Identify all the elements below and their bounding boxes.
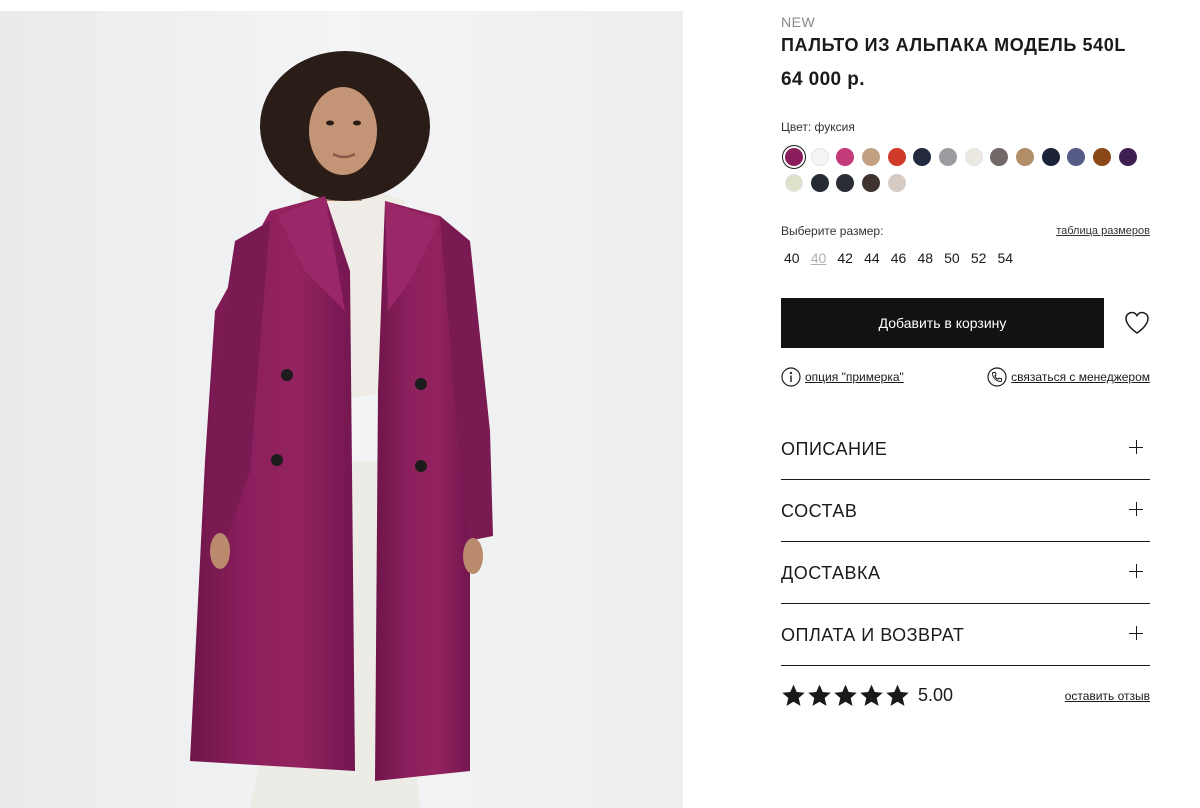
phone-icon <box>987 367 1007 387</box>
size-option[interactable]: 42 <box>837 250 864 266</box>
color-swatch[interactable] <box>884 144 910 170</box>
color-swatch-dot <box>836 174 855 192</box>
accordion-label: ОПИСАНИЕ <box>781 439 888 459</box>
color-swatch[interactable] <box>961 144 987 170</box>
color-swatches <box>781 144 1143 196</box>
color-swatch[interactable] <box>807 144 833 170</box>
size-options: 40 40 42 44 46 48 50 52 54 <box>784 250 1024 266</box>
color-swatch[interactable] <box>884 170 910 196</box>
add-to-cart-button[interactable]: Добавить в корзину <box>781 298 1104 348</box>
info-icon <box>781 367 801 387</box>
color-swatch-dot <box>810 174 829 192</box>
color-swatch[interactable] <box>832 144 858 170</box>
color-swatch-dot <box>784 174 803 192</box>
accordion-delivery[interactable]: ДОСТАВКА <box>781 542 1150 604</box>
color-swatch[interactable] <box>987 144 1013 170</box>
size-option[interactable]: 40 <box>811 250 838 266</box>
size-option[interactable]: 54 <box>998 250 1025 266</box>
star-icon <box>886 684 909 706</box>
color-swatch-dot <box>1016 148 1035 166</box>
plus-icon <box>1129 564 1143 578</box>
color-swatch-dot <box>861 148 880 166</box>
product-photo[interactable] <box>0 11 683 808</box>
star-icon <box>860 684 883 706</box>
color-swatch-dot <box>1067 148 1086 166</box>
color-swatch-dot <box>836 148 855 166</box>
color-swatch-dot <box>784 148 803 166</box>
color-swatch[interactable] <box>1038 144 1064 170</box>
color-swatch[interactable] <box>781 170 807 196</box>
accordion-description[interactable]: ОПИСАНИЕ <box>781 418 1150 480</box>
color-swatch[interactable] <box>858 144 884 170</box>
product-title: ПАЛЬТО ИЗ АЛЬПАКА МОДЕЛЬ 540L <box>781 35 1126 55</box>
accordion-payment-returns[interactable]: ОПЛАТА И ВОЗВРАТ <box>781 604 1150 666</box>
wishlist-heart-icon[interactable] <box>1123 309 1151 337</box>
color-swatch-dot <box>913 148 932 166</box>
accordion-label: СОСТАВ <box>781 501 858 521</box>
color-swatch[interactable] <box>1064 144 1090 170</box>
size-option[interactable]: 52 <box>971 250 998 266</box>
color-swatch-dot <box>938 148 957 166</box>
color-swatch[interactable] <box>858 170 884 196</box>
product-price: 64 000 р. <box>781 69 865 90</box>
color-swatch[interactable] <box>935 144 961 170</box>
color-swatch[interactable] <box>832 170 858 196</box>
color-swatch[interactable] <box>1089 144 1115 170</box>
color-swatch-dot <box>861 174 880 192</box>
color-swatch-dot <box>887 174 906 192</box>
color-swatch[interactable] <box>807 170 833 196</box>
size-option[interactable]: 44 <box>864 250 891 266</box>
color-label: Цвет: фуксия <box>781 120 855 134</box>
rating-score: 5.00 <box>918 685 954 705</box>
accordion-label: ДОСТАВКА <box>781 563 881 583</box>
rating: 5.00 <box>781 683 953 708</box>
model-illustration <box>0 11 683 808</box>
contact-manager-link[interactable]: связаться с менеджером <box>987 367 1150 387</box>
color-swatch[interactable] <box>909 144 935 170</box>
try-on-option-link[interactable]: опция "примерка" <box>781 367 904 387</box>
size-label: Выберите размер: <box>781 224 884 238</box>
accordion-label: ОПЛАТА И ВОЗВРАТ <box>781 625 965 645</box>
color-swatch-dot <box>964 148 983 166</box>
color-swatch-dot <box>1041 148 1060 166</box>
star-icon <box>834 684 857 706</box>
contact-manager-label: связаться с менеджером <box>1011 370 1150 384</box>
try-on-option-label: опция "примерка" <box>805 370 904 384</box>
color-swatch[interactable] <box>1012 144 1038 170</box>
product-info-panel: NEW ПАЛЬТО ИЗ АЛЬПАКА МОДЕЛЬ 540L 64 000… <box>781 0 1150 808</box>
color-swatch-dot <box>810 148 829 166</box>
accordion-composition[interactable]: СОСТАВ <box>781 480 1150 542</box>
size-option[interactable]: 50 <box>944 250 971 266</box>
size-option[interactable]: 46 <box>891 250 918 266</box>
color-swatch-dot <box>1118 148 1137 166</box>
new-badge: NEW <box>781 14 816 30</box>
plus-icon <box>1129 502 1143 516</box>
product-accordion: ОПИСАНИЕ СОСТАВ ДОСТАВКА ОПЛАТА И ВОЗВРА… <box>781 418 1150 666</box>
color-swatch-dot <box>990 148 1009 166</box>
color-swatch[interactable] <box>781 144 807 170</box>
star-icon <box>782 684 805 706</box>
color-swatch-dot <box>887 148 906 166</box>
star-icon <box>808 684 831 706</box>
size-option[interactable]: 40 <box>784 250 811 266</box>
size-option[interactable]: 48 <box>917 250 944 266</box>
rating-stars <box>781 683 911 708</box>
color-swatch-dot <box>1093 148 1112 166</box>
plus-icon <box>1129 626 1143 640</box>
plus-icon <box>1129 440 1143 454</box>
size-table-link[interactable]: таблица размеров <box>1056 225 1150 237</box>
color-swatch[interactable] <box>1115 144 1141 170</box>
leave-review-link[interactable]: оставить отзыв <box>1065 689 1150 703</box>
